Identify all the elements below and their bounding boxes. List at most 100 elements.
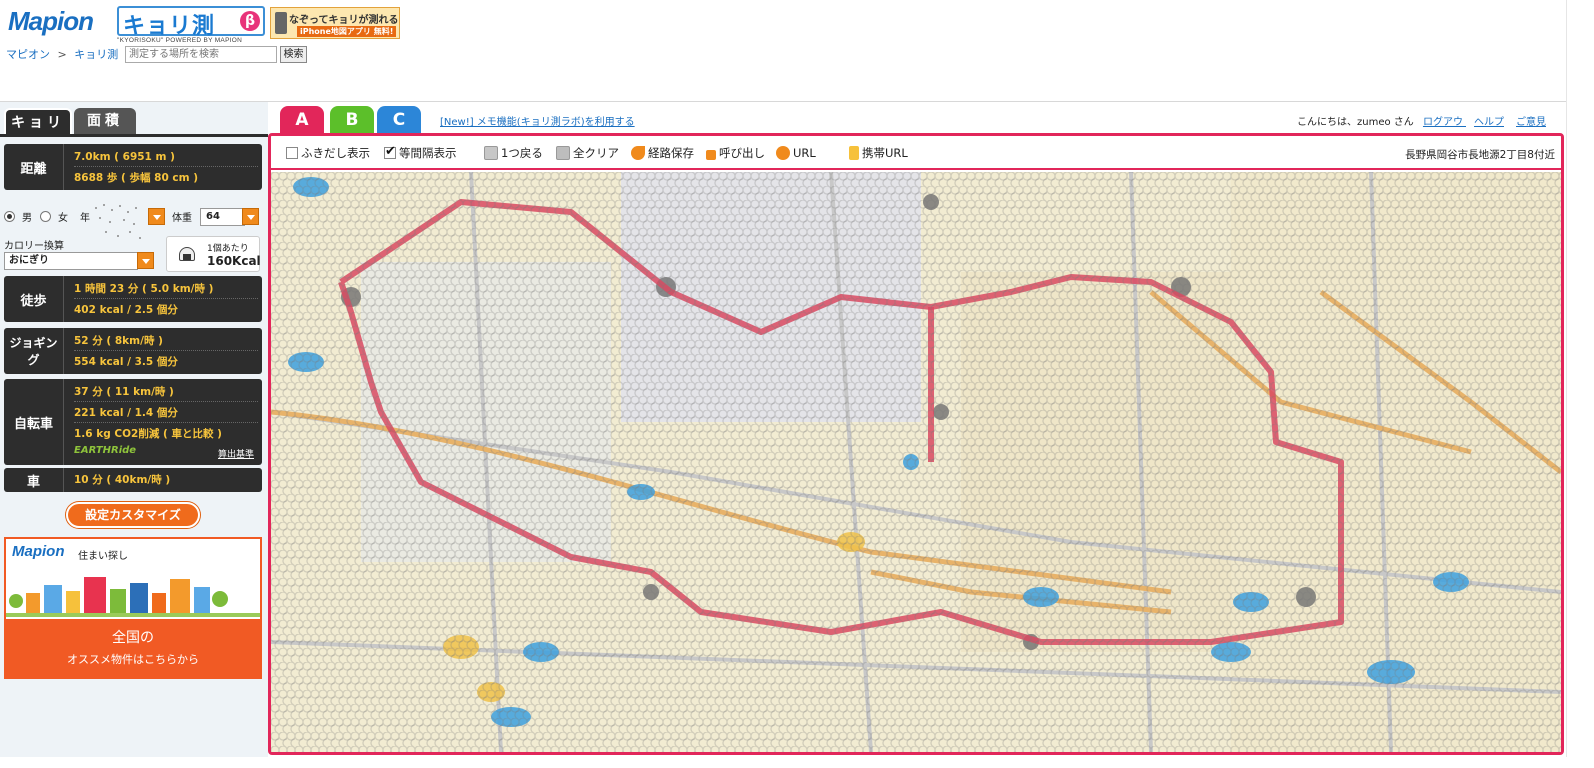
ad-line1: 全国の <box>112 630 154 646</box>
url-button[interactable]: URL <box>776 145 816 161</box>
radio-male-label: 男 <box>22 213 32 224</box>
undo-icon <box>484 146 498 160</box>
kyorisoku-tagline: "KYORISOKU" POWERED BY MAPION <box>117 37 243 44</box>
tab-underline <box>0 134 268 137</box>
recall-button[interactable]: 呼び出し <box>706 145 765 161</box>
save-route-button[interactable]: 経路保存 <box>631 145 694 161</box>
sidebar: キョリ 面積 距離 7.0km ( 6951 m ) 8688 歩 ( 歩幅 8… <box>0 102 268 768</box>
location-readout: 長野県岡谷市長地源2丁目8付近 <box>1405 149 1555 161</box>
place-search-input[interactable] <box>125 46 277 63</box>
beta-badge: β <box>240 11 260 31</box>
equal-interval-checkbox[interactable] <box>384 144 396 160</box>
clear-all-button[interactable]: 全クリア <box>556 145 619 161</box>
map-frame: ふきだし表示 等間隔表示 1つ戻る 全クリア 経路保存 呼び出し URL 携帯U… <box>268 133 1564 755</box>
help-box: ヘルプ ご意見 <box>1466 108 1556 130</box>
per-unit-calorie-box: 1個あたり 160Kcal <box>166 236 261 272</box>
onigiri-icon <box>179 247 195 261</box>
ad-mapion-logo: Mapion <box>12 543 65 560</box>
jog-kcal: 554 kcal / 3.5 個分 <box>74 356 178 368</box>
ad-bottom: 全国の オススメ物件はこちらから <box>6 619 260 677</box>
tab-kyori[interactable]: キョリ <box>4 108 72 134</box>
undo-label: 1つ戻る <box>501 146 543 160</box>
town-illustration <box>6 577 260 617</box>
promo-line2: iPhone地図アプリ 無料! <box>297 26 397 37</box>
kyorisoku-logo-text: キョリ測 <box>123 13 216 38</box>
bike-label: 自転車 <box>4 379 64 465</box>
mobile-url-button[interactable]: 携帯URL <box>849 145 908 161</box>
phone-icon <box>275 12 287 34</box>
equal-interval-toggle[interactable]: 等間隔表示 <box>384 144 457 161</box>
help-link[interactable]: ヘルプ <box>1474 113 1504 128</box>
kyorisoku-logo[interactable]: キョリ測 β <box>117 6 265 38</box>
jog-time: 52 分 ( 8km/時 ) <box>74 331 258 351</box>
bike-co2: 1.6 kg CO2削減 ( 車と比較 ) <box>74 428 222 440</box>
breadcrumb-current-link[interactable]: キョリ測 <box>74 48 118 61</box>
balloon-checkbox[interactable] <box>286 147 298 159</box>
iphone-app-banner[interactable]: なぞってキョリが測れる iPhone地図アプリ 無料! <box>270 7 400 39</box>
per-unit-label: 1個あたり <box>207 244 249 254</box>
food-dropdown-arrow[interactable] <box>137 252 154 269</box>
map-toolbar: ふきだし表示 等間隔表示 1つ戻る 全クリア 経路保存 呼び出し URL 携帯U… <box>271 136 1561 170</box>
recall-label: 呼び出し <box>719 146 765 160</box>
age-dropdown-arrow[interactable] <box>148 208 165 225</box>
distance-km: 7.0km ( 6951 m ) <box>74 147 258 167</box>
url-label: URL <box>793 146 816 160</box>
jog-label: ジョギング <box>4 328 64 374</box>
mobile-phone-icon <box>849 146 859 160</box>
person-settings: 男 女 年 体重 64 <box>4 204 264 239</box>
age-selector-sparkle[interactable] <box>90 202 146 244</box>
customize-settings-button[interactable]: 設定カスタマイズ <box>66 502 200 528</box>
weight-select[interactable]: 64 <box>200 208 245 226</box>
walk-label: 徒歩 <box>4 276 64 322</box>
calc-basis-link[interactable]: 算出基準 <box>218 447 254 460</box>
car-label: 車 <box>4 468 64 492</box>
recall-icon <box>706 150 716 160</box>
walk-panel: 徒歩 1 時間 23 分 ( 5.0 km/時 ) 402 kcal / 2.5… <box>4 276 262 322</box>
breadcrumb-home-link[interactable]: マピオン <box>6 48 50 61</box>
save-route-icon <box>631 146 645 160</box>
breadcrumb-separator: > <box>57 48 67 61</box>
mosaic-overlay <box>271 172 1561 752</box>
car-panel: 車 10 分 ( 40km/時 ) <box>4 468 262 492</box>
save-route-label: 経路保存 <box>648 146 694 160</box>
balloon-label: ふきだし表示 <box>301 146 370 160</box>
age-label: 年 <box>80 213 90 224</box>
tab-menseki[interactable]: 面積 <box>74 108 136 134</box>
radio-female[interactable] <box>40 211 51 222</box>
globe-icon <box>776 146 790 160</box>
breadcrumb: マピオン > キョリ測 <box>6 46 118 62</box>
food-select[interactable]: おにぎり <box>4 252 138 270</box>
earthride-logo[interactable]: EARTHRide <box>74 445 136 456</box>
radio-male[interactable] <box>4 211 15 222</box>
tab-route-b[interactable]: B <box>330 106 374 134</box>
per-unit-kcal: 160Kcal <box>207 254 261 268</box>
tab-route-a[interactable]: A <box>280 106 324 134</box>
mobile-url-label: 携帯URL <box>862 146 908 160</box>
walk-kcal: 402 kcal / 2.5 個分 <box>74 304 178 316</box>
user-bar: こんにちは、zumeo さん ログアウト <box>1297 113 1473 128</box>
mapion-logo[interactable]: Mapion <box>8 6 94 37</box>
window-scrollbar[interactable] <box>1566 0 1594 768</box>
memo-feature-link[interactable]: [New!] メモ機能(キョリ測ラボ)を利用する <box>440 113 635 128</box>
car-time: 10 分 ( 40km/時 ) <box>74 474 171 486</box>
clear-all-label: 全クリア <box>573 146 619 160</box>
balloon-toggle[interactable]: ふきだし表示 <box>286 145 370 161</box>
footer <box>0 757 1594 768</box>
housing-ad-banner[interactable]: Mapion 住まい探し 全国の オススメ物件はこちらから <box>4 537 262 679</box>
radio-female-label: 女 <box>58 213 68 224</box>
walk-time: 1 時間 23 分 ( 5.0 km/時 ) <box>74 279 258 299</box>
ad-line2: オススメ物件はこちらから <box>67 653 199 666</box>
search-button[interactable]: 検索 <box>280 46 307 63</box>
weight-dropdown-arrow[interactable] <box>242 208 259 225</box>
map-canvas[interactable] <box>271 172 1561 752</box>
tab-route-c[interactable]: C <box>377 106 421 134</box>
undo-button[interactable]: 1つ戻る <box>484 145 543 161</box>
distance-steps: 8688 歩 ( 歩幅 80 cm ) <box>74 172 199 184</box>
clear-icon <box>556 146 570 160</box>
feedback-link[interactable]: ご意見 <box>1516 113 1546 128</box>
bike-time: 37 分 ( 11 km/時 ) <box>74 382 258 402</box>
ad-title: 住まい探し <box>78 551 128 562</box>
weight-label: 体重 <box>172 213 192 224</box>
jog-panel: ジョギング 52 分 ( 8km/時 ) 554 kcal / 3.5 個分 <box>4 328 262 374</box>
bike-panel: 自転車 37 分 ( 11 km/時 ) 221 kcal / 1.4 個分 1… <box>4 379 262 465</box>
